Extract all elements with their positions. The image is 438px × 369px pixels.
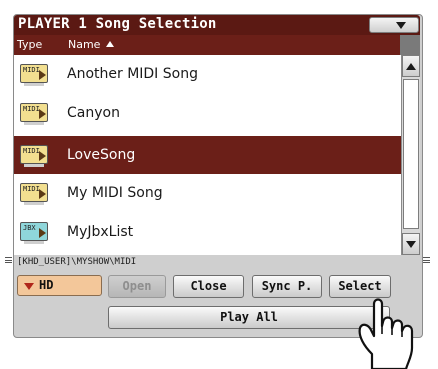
window-title: PLAYER 1 Song Selection	[18, 16, 217, 32]
file-row[interactable]: JBX MyJbxList	[14, 213, 401, 251]
sort-ascending-icon	[106, 41, 115, 47]
open-button[interactable]: Open	[108, 275, 166, 298]
file-name: Canyon	[67, 105, 120, 121]
file-row-selected[interactable]: MIDI LoveSong	[14, 136, 401, 174]
arrow-up-icon	[406, 63, 416, 70]
title-dropdown-button[interactable]	[369, 17, 419, 33]
arrow-down-icon	[406, 241, 416, 248]
midi-file-icon: MIDI	[20, 183, 48, 205]
scroll-up-button[interactable]	[402, 55, 420, 77]
jbx-file-icon: JBX	[20, 222, 48, 244]
close-button[interactable]: Close	[173, 275, 244, 298]
midi-file-icon: MIDI	[20, 64, 48, 86]
column-header-type[interactable]: Type	[17, 38, 42, 51]
file-name: LoveSong	[67, 147, 136, 163]
device-selector[interactable]: HD	[17, 275, 102, 296]
chevron-down-icon	[24, 283, 34, 290]
chevron-down-icon	[396, 22, 406, 29]
scroll-thumb[interactable]	[403, 79, 419, 229]
column-header-name-label: Name	[68, 38, 101, 51]
file-list: MIDI Another MIDI Song MIDI Canyon MIDI …	[14, 55, 401, 255]
scroll-down-button[interactable]	[402, 233, 420, 255]
device-selector-value: HD	[39, 278, 54, 292]
file-name: MyJbxList	[67, 224, 134, 240]
file-name: My MIDI Song	[67, 185, 163, 201]
column-header-bar: Type Name	[14, 35, 420, 55]
list-scrollbar[interactable]	[401, 55, 420, 255]
file-row[interactable]: MIDI Another MIDI Song	[14, 55, 401, 93]
right-grip-icon	[423, 257, 430, 263]
midi-file-icon: MIDI	[20, 103, 48, 125]
play-all-button[interactable]: Play All	[108, 306, 390, 329]
title-bar: PLAYER 1 Song Selection	[14, 15, 420, 35]
file-name: Another MIDI Song	[67, 66, 198, 82]
left-grip-icon	[5, 257, 12, 263]
column-header-name[interactable]: Name	[68, 38, 115, 51]
current-path: [KHD_USER]\MYSHOW\MIDI	[17, 257, 137, 267]
hand-pointer-icon	[358, 298, 414, 369]
file-row[interactable]: MIDI My MIDI Song	[14, 174, 401, 212]
column-header-spacer	[400, 35, 420, 55]
file-row[interactable]: MIDI Canyon	[14, 94, 401, 132]
midi-file-icon: MIDI	[20, 145, 48, 167]
song-selection-window: PLAYER 1 Song Selection Type Name MIDI A…	[0, 0, 438, 369]
sync-p-button[interactable]: Sync P.	[252, 275, 322, 298]
